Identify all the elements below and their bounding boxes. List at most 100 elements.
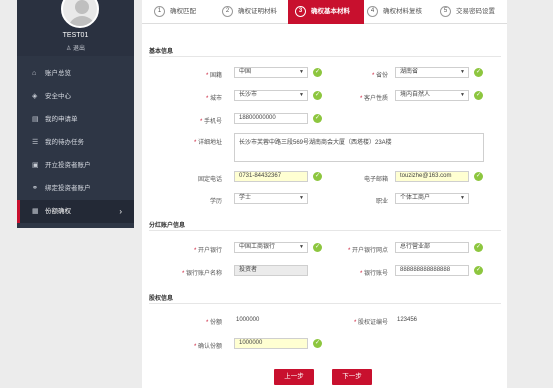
section-title-dividend: 分红账户信息: [149, 223, 186, 229]
step-label: 交易密码设置: [456, 8, 495, 15]
sidebar-item-label: 安全中心: [45, 93, 71, 100]
city-label: * 城市: [205, 96, 222, 102]
account-number-label: * 银行账号: [359, 271, 388, 277]
chevron-down-icon: ▼: [460, 195, 465, 201]
education-select[interactable]: 学士 ▼: [234, 193, 308, 204]
sidebar-item-label: 份额确权: [45, 208, 71, 215]
edu-label: 学历: [209, 199, 222, 205]
chevron-right-icon: ›: [119, 207, 122, 216]
step-5[interactable]: 5 交易密码设置: [440, 0, 507, 24]
step-3[interactable]: 3 确权基本材料: [288, 0, 364, 24]
address-textarea[interactable]: 长沙市芙蓉中路三段569号湖南商会大厦（西塔楼）23A楼: [234, 133, 484, 162]
check-icon: ✓: [474, 266, 483, 275]
confirm-shares-label: * 确认份额: [193, 344, 222, 350]
province-select[interactable]: 湖南省 ▼: [395, 67, 469, 78]
check-icon: ✓: [313, 339, 322, 348]
logout-link[interactable]: ♙ 退出: [17, 43, 134, 52]
step-label: 确权证明材料: [238, 8, 277, 15]
branch-label: * 开户银行网点: [347, 248, 388, 254]
chevron-down-icon: ▼: [460, 92, 465, 98]
section-title-basic: 基本信息: [149, 49, 174, 55]
step-number: 4: [367, 5, 378, 17]
account-name-input: 投资者: [234, 265, 308, 276]
step-number: 1: [154, 5, 165, 17]
next-button[interactable]: 下一步: [332, 369, 372, 385]
check-icon: ✓: [313, 172, 322, 181]
account-number-input[interactable]: 888888888888888: [395, 265, 469, 276]
link-icon: ⚭: [32, 185, 38, 192]
check-icon: ✓: [474, 91, 483, 100]
confirm-shares-input[interactable]: 1000000: [234, 338, 308, 349]
job-label: 职业: [375, 199, 388, 205]
shield-icon: ◈: [32, 93, 38, 100]
check-icon: ✓: [313, 68, 322, 77]
chevron-down-icon: ▼: [299, 195, 304, 201]
chevron-down-icon: ▼: [460, 69, 465, 75]
occupation-select[interactable]: 个体工商户 ▼: [395, 193, 469, 204]
phone-label: * 手机号: [199, 119, 222, 125]
check-icon: ✓: [474, 243, 483, 252]
customer-type-label: * 客户性质: [359, 96, 388, 102]
shares-value: 1000000: [236, 317, 260, 323]
step-4[interactable]: 4 确权材料复核: [367, 0, 433, 24]
profile-panel: TEST01 ♙ 退出: [17, 0, 134, 56]
divider: [149, 303, 501, 304]
step-label: 确权匹配: [170, 8, 196, 15]
country-select[interactable]: 中国 ▼: [234, 67, 308, 78]
sidebar-item-share-confirm[interactable]: ▦ 份额确权 ›: [17, 200, 134, 223]
share-icon: ▦: [32, 208, 39, 215]
sidebar-item-account-overview[interactable]: ⌂ 账户总览: [17, 62, 134, 85]
step-number: 2: [222, 5, 233, 17]
sidebar: TEST01 ♙ 退出 ⌂ 账户总览 ◈ 安全中心 ▤ 我的申请单 ☰ 我的待办任务 ▣…: [17, 0, 134, 228]
city-select[interactable]: 长沙市 ▼: [234, 90, 308, 101]
sidebar-item-label: 我的申请单: [45, 116, 78, 123]
sidebar-item-tasks[interactable]: ☰ 我的待办任务: [17, 131, 134, 154]
country-label: * 国籍: [205, 73, 222, 79]
username: TEST01: [62, 32, 89, 39]
sidebar-item-label: 账户总览: [45, 70, 71, 77]
step-2[interactable]: 2 确权证明材料: [222, 0, 288, 24]
branch-input[interactable]: 总行营业部: [395, 242, 469, 253]
sidebar-item-bind-account[interactable]: ⚭ 绑定投资者账户: [17, 177, 134, 200]
cert-value: 123456: [397, 317, 418, 323]
divider: [149, 230, 501, 231]
cert-label: * 股权证编号: [353, 320, 388, 326]
prev-button[interactable]: 上一步: [274, 369, 314, 385]
avatar: [61, 0, 99, 28]
check-icon: ✓: [313, 243, 322, 252]
chevron-down-icon: ▼: [299, 69, 304, 75]
tel-label: 固定电话: [197, 177, 222, 183]
bank-label: * 开户银行: [193, 248, 222, 254]
account-icon: ▣: [32, 162, 39, 169]
step-number: 3: [295, 5, 306, 17]
province-label: * 省份: [371, 73, 388, 79]
check-icon: ✓: [313, 91, 322, 100]
task-icon: ☰: [32, 139, 39, 146]
tel-input[interactable]: 0731-84432367: [234, 171, 308, 182]
divider: [149, 56, 501, 57]
sidebar-item-label: 我的待办任务: [45, 139, 84, 146]
check-icon: ✓: [313, 114, 322, 123]
phone-input[interactable]: 18800000000: [234, 113, 308, 124]
section-title-shares: 股权信息: [149, 296, 174, 302]
chevron-down-icon: ▼: [299, 244, 304, 250]
email-label: 电子邮箱: [363, 177, 388, 183]
sidebar-item-label: 开立投资者账户: [45, 162, 91, 169]
email-input[interactable]: touzizhe@163.com: [395, 171, 469, 182]
account-name-label: * 银行账户名称: [181, 271, 222, 277]
home-icon: ⌂: [32, 70, 37, 77]
sidebar-menu: ⌂ 账户总览 ◈ 安全中心 ▤ 我的申请单 ☰ 我的待办任务 ▣ 开立投资者账户 ⚭ 绑定投…: [17, 62, 134, 223]
step-1[interactable]: 1 确权匹配: [154, 0, 222, 24]
address-label: * 详细地址: [193, 140, 222, 146]
bank-select[interactable]: 中国工商银行 ▼: [234, 242, 308, 253]
sidebar-item-applications[interactable]: ▤ 我的申请单: [17, 108, 134, 131]
step-progress: 1 确权匹配 2 确权证明材料 3 确权基本材料 4 确权材料复核 5 交易密码设置: [142, 0, 507, 24]
step-label: 确权材料复核: [383, 8, 422, 15]
step-number: 5: [440, 5, 451, 17]
sidebar-item-security[interactable]: ◈ 安全中心: [17, 85, 134, 108]
main-panel: 1 确权匹配 2 确权证明材料 3 确权基本材料 4 确权材料复核 5 交易密码设置 基本…: [142, 0, 507, 388]
check-icon: ✓: [474, 68, 483, 77]
page: TEST01 ♙ 退出 ⌂ 账户总览 ◈ 安全中心 ▤ 我的申请单 ☰ 我的待办任务 ▣…: [0, 0, 553, 388]
customer-type-select[interactable]: 境内自然人 ▼: [395, 90, 469, 101]
sidebar-item-open-account[interactable]: ▣ 开立投资者账户: [17, 154, 134, 177]
